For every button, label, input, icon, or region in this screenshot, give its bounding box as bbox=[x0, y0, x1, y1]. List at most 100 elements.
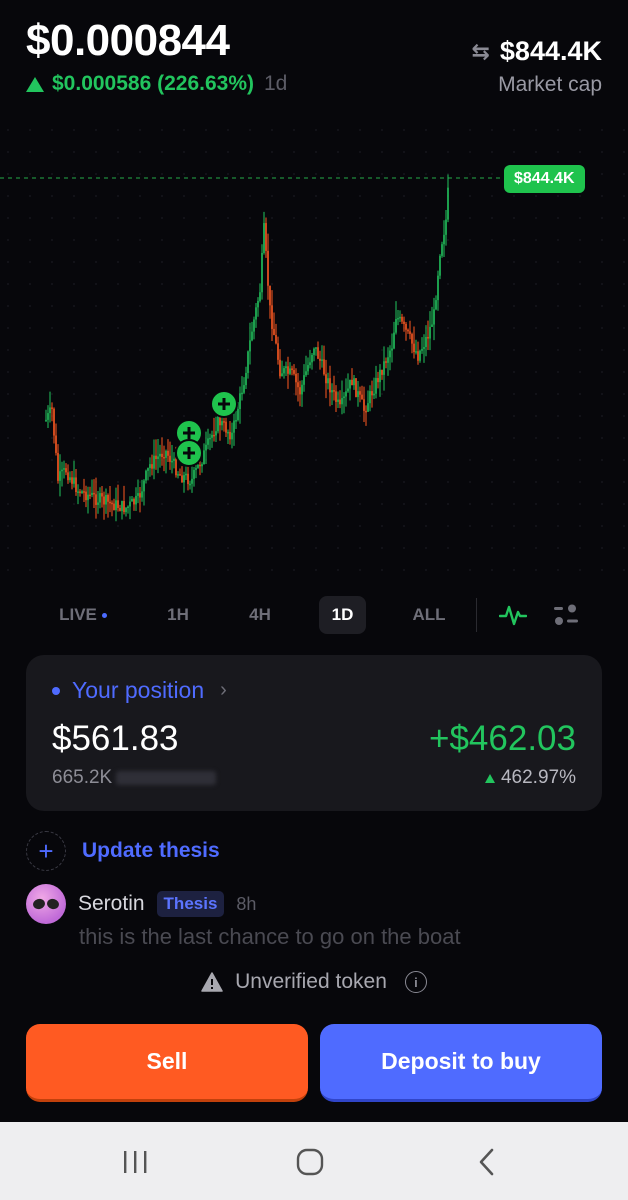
candle-body bbox=[313, 348, 315, 355]
candle-body bbox=[177, 474, 179, 476]
tab-all[interactable]: ALL bbox=[402, 596, 456, 634]
candle-body bbox=[77, 491, 79, 493]
candle-body bbox=[197, 464, 199, 468]
candle-body bbox=[335, 391, 337, 402]
candle-body bbox=[345, 391, 347, 397]
candle-body bbox=[189, 483, 191, 486]
divider bbox=[476, 598, 477, 632]
candle-body bbox=[279, 359, 281, 377]
deposit-to-buy-button[interactable]: Deposit to buy bbox=[320, 1024, 602, 1102]
candle-body bbox=[351, 379, 353, 386]
candle-body bbox=[373, 393, 375, 396]
candle-body bbox=[135, 495, 137, 505]
update-thesis-button[interactable]: + Update thesis bbox=[26, 831, 220, 871]
candle-body bbox=[287, 366, 289, 374]
candle-body bbox=[221, 421, 223, 426]
candle-body bbox=[133, 498, 135, 505]
candle-body bbox=[421, 348, 423, 351]
candle-body bbox=[395, 319, 397, 333]
tab-live[interactable]: LIVE bbox=[46, 596, 120, 634]
tab-1d[interactable]: 1D bbox=[319, 596, 366, 634]
candle-body bbox=[295, 373, 297, 383]
candle-body bbox=[427, 336, 429, 339]
thesis-tag: Thesis bbox=[156, 891, 225, 917]
chart-settings-icon[interactable] bbox=[550, 600, 582, 630]
candle-body bbox=[209, 437, 211, 440]
back-icon[interactable] bbox=[457, 1140, 517, 1184]
candle-body bbox=[211, 434, 213, 438]
candle-body bbox=[119, 507, 121, 511]
candle-body bbox=[145, 470, 147, 481]
candle-body bbox=[397, 317, 399, 320]
candle-body bbox=[97, 502, 99, 505]
position-pnl-percent: 462.97% bbox=[484, 767, 576, 789]
home-icon[interactable] bbox=[280, 1140, 340, 1184]
candle-body bbox=[433, 309, 435, 325]
candle-body bbox=[385, 361, 387, 363]
chevron-right-icon: › bbox=[220, 679, 227, 701]
candle-body bbox=[191, 478, 193, 484]
candle-body bbox=[79, 491, 81, 494]
tab-1h[interactable]: 1H bbox=[152, 596, 204, 634]
candle-body bbox=[45, 419, 47, 422]
candle-body bbox=[365, 410, 367, 413]
position-title-row[interactable]: Your position › bbox=[52, 677, 227, 704]
candle-body bbox=[83, 491, 85, 493]
candle-body bbox=[245, 372, 247, 386]
candle-body bbox=[439, 255, 441, 276]
candle-body bbox=[203, 450, 205, 465]
tab-4h[interactable]: 4H bbox=[234, 596, 286, 634]
position-value: $561.83 bbox=[52, 719, 179, 758]
candle-body bbox=[329, 378, 331, 393]
candle-body bbox=[283, 368, 285, 374]
candle-body bbox=[51, 407, 53, 409]
candle-body bbox=[165, 450, 167, 458]
candle-body bbox=[355, 378, 357, 397]
candle-body bbox=[441, 244, 443, 256]
candle-body bbox=[167, 450, 169, 456]
candle-body bbox=[105, 494, 107, 505]
candle-body bbox=[131, 498, 133, 502]
line-chart-icon[interactable] bbox=[497, 600, 529, 630]
candle-body bbox=[117, 500, 119, 508]
blurred-token-name bbox=[116, 770, 217, 785]
candle-body bbox=[233, 420, 235, 433]
candle-body bbox=[303, 375, 305, 385]
candle-body bbox=[59, 471, 61, 481]
candle-body bbox=[379, 369, 381, 383]
recent-apps-icon[interactable] bbox=[105, 1140, 165, 1184]
candle-body bbox=[227, 431, 229, 434]
market-cap-toggle[interactable]: ⇆ $844.4K Market cap bbox=[471, 36, 602, 97]
candle-body bbox=[423, 347, 425, 349]
candle-body bbox=[305, 371, 307, 376]
avatar[interactable] bbox=[26, 884, 66, 924]
candle-body bbox=[173, 458, 175, 461]
candle-body bbox=[419, 350, 421, 361]
candle-body bbox=[429, 326, 431, 339]
candle-body bbox=[285, 366, 287, 369]
price-change-period: 1d bbox=[264, 72, 288, 95]
comment-username[interactable]: Serotin bbox=[78, 892, 145, 916]
comment-text[interactable]: this is the last chance to go on the boa… bbox=[79, 924, 461, 950]
position-card[interactable]: Your position › $561.83 665.2K +$462.03 … bbox=[26, 655, 602, 811]
price-change: $0.000586 (226.63%) 1d bbox=[26, 72, 287, 96]
candle-body bbox=[271, 305, 273, 329]
candle-body bbox=[223, 421, 225, 423]
candle-body bbox=[443, 234, 445, 245]
candle-body bbox=[163, 457, 165, 459]
sell-button[interactable]: Sell bbox=[26, 1024, 308, 1102]
candle-body bbox=[267, 250, 269, 286]
candle-body bbox=[257, 300, 259, 308]
buy-marker-icon bbox=[210, 390, 238, 418]
candle-body bbox=[381, 369, 383, 375]
candle-body bbox=[289, 368, 291, 374]
candle-body bbox=[253, 319, 255, 332]
candle-body bbox=[237, 409, 239, 421]
candle-body bbox=[75, 477, 77, 493]
unverified-warning: Unverified token i bbox=[0, 970, 628, 994]
candle-body bbox=[363, 399, 365, 411]
candle-body bbox=[383, 361, 385, 375]
candle-body bbox=[57, 452, 59, 481]
candle-body bbox=[281, 373, 283, 377]
info-icon[interactable]: i bbox=[404, 971, 427, 993]
